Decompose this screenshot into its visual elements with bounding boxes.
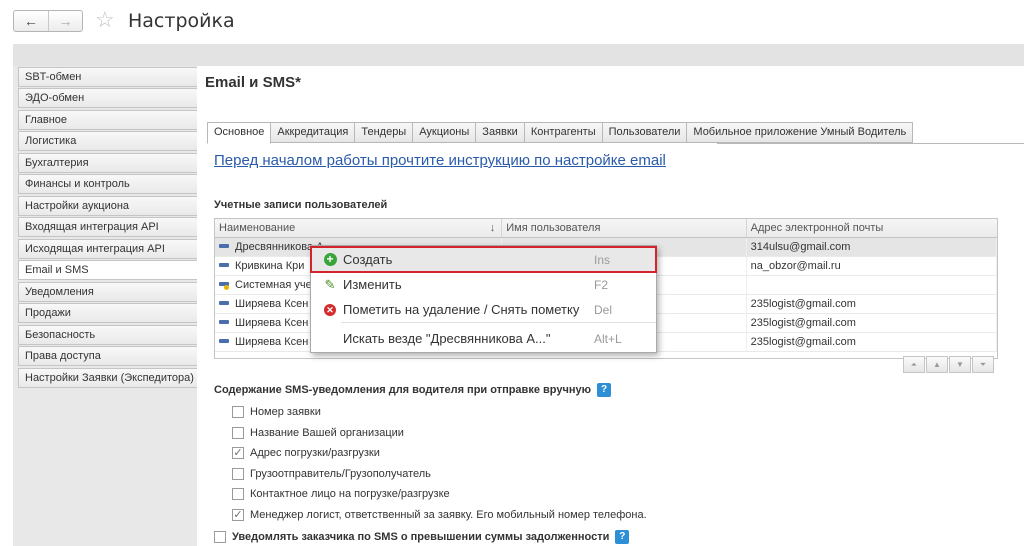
tab-bar: Основное Аккредитация Тендеры Аукционы З… — [207, 122, 914, 144]
context-menu: + Создать Ins ✎ Изменить F2 ✕ Пометить н… — [310, 245, 657, 353]
account-icon — [219, 339, 229, 344]
settings-sidebar: SBT-обмен ЭДО-обмен Главное Логистика Бу… — [13, 66, 197, 546]
tab-underline — [717, 143, 1024, 144]
back-arrow-icon: ← — [23, 13, 38, 29]
checkbox[interactable] — [232, 406, 244, 418]
sidebar-item-auction-settings[interactable]: Настройки аукциона — [18, 196, 197, 216]
sms-content-title: Содержание SMS-уведомления для водителя … — [214, 383, 611, 397]
scroll-last-button[interactable]: ⏷ — [972, 356, 994, 373]
navigation-buttons: ← → — [13, 10, 83, 32]
sms-option-contact[interactable]: Контактное лицо на погрузке/разгрузке — [232, 488, 450, 500]
account-icon — [219, 320, 229, 325]
instruction-link[interactable]: Перед началом работы прочтите инструкцию… — [214, 152, 666, 169]
scroll-down-button[interactable]: ▼ — [949, 356, 971, 373]
checkbox[interactable] — [232, 427, 244, 439]
menu-item-edit[interactable]: ✎ Изменить F2 — [311, 272, 656, 297]
delete-mark-icon: ✕ — [324, 303, 336, 316]
sort-down-icon: ↓ — [489, 222, 496, 234]
account-icon — [219, 244, 229, 249]
checkbox[interactable] — [232, 468, 244, 480]
sidebar-item-edo-exchange[interactable]: ЭДО-обмен — [18, 88, 197, 108]
sms-option-org-name[interactable]: Название Вашей организации — [232, 427, 404, 439]
sms-option-order-number[interactable]: Номер заявки — [232, 406, 321, 418]
tab-main[interactable]: Основное — [207, 122, 272, 144]
help-icon[interactable]: ? — [615, 530, 630, 544]
sidebar-item-logistics[interactable]: Логистика — [18, 131, 197, 151]
forward-button[interactable]: → — [47, 11, 82, 31]
scroll-up-button[interactable]: ▲ — [926, 356, 948, 373]
section-title: Email и SMS* — [205, 74, 301, 91]
sidebar-item-accounting[interactable]: Бухгалтерия — [18, 153, 197, 173]
column-header-name[interactable]: Наименование ↓ — [215, 219, 503, 237]
tab-accreditation[interactable]: Аккредитация — [271, 122, 356, 143]
sms-option-shipper[interactable]: Грузоотправитель/Грузополучатель — [232, 468, 431, 480]
sidebar-item-sbt-exchange[interactable]: SBT-обмен — [18, 67, 197, 87]
back-button[interactable]: ← — [14, 11, 48, 31]
notify-debt-option[interactable]: Уведомлять заказчика по SMS о превышении… — [214, 530, 630, 544]
forward-arrow-icon: → — [58, 13, 73, 29]
checkbox[interactable] — [232, 488, 244, 500]
sidebar-item-notifications[interactable]: Уведомления — [18, 282, 197, 302]
menu-item-mark-delete[interactable]: ✕ Пометить на удаление / Снять пометку D… — [311, 297, 656, 322]
favorite-star-icon[interactable]: ☆ — [95, 8, 115, 32]
shortcut-label: Ins — [594, 252, 611, 267]
sms-option-load-address[interactable]: ✓ Адрес погрузки/разгрузки — [232, 447, 380, 459]
help-icon[interactable]: ? — [597, 383, 611, 397]
checkbox[interactable] — [214, 531, 226, 543]
window-header: ← → ☆ Настройка — [0, 0, 1024, 44]
checkbox-checked[interactable]: ✓ — [232, 447, 244, 459]
scroll-first-button[interactable]: ⏶ — [903, 356, 925, 373]
sidebar-item-incoming-api[interactable]: Входящая интеграция API — [18, 217, 197, 237]
system-account-icon — [219, 282, 229, 291]
sidebar-item-finance-control[interactable]: Финансы и контроль — [18, 174, 197, 194]
page-title: Настройка — [128, 10, 235, 32]
column-header-username[interactable]: Имя пользователя — [502, 219, 747, 237]
shortcut-label: F2 — [594, 277, 609, 292]
pencil-icon: ✎ — [324, 276, 336, 292]
menu-separator — [341, 322, 656, 323]
shortcut-label: Del — [594, 302, 613, 317]
tab-orders[interactable]: Заявки — [476, 122, 525, 143]
shortcut-label: Alt+L — [594, 331, 622, 346]
plus-icon: + — [323, 253, 337, 266]
sms-option-manager[interactable]: ✓ Менеджер логист, ответственный за заявк… — [232, 509, 647, 521]
table-header: Наименование ↓ Имя пользователя Адрес эле… — [215, 219, 997, 238]
tab-contractors[interactable]: Контрагенты — [524, 122, 603, 143]
account-icon — [219, 301, 229, 306]
accounts-group-label: Учетные записи пользователей — [214, 199, 388, 211]
sidebar-item-security[interactable]: Безопасность — [18, 325, 197, 345]
sidebar-item-access-rights[interactable]: Права доступа — [18, 346, 197, 366]
sidebar-item-order-settings[interactable]: Настройки Заявки (Экспедитора) — [18, 368, 197, 388]
menu-item-search-everywhere[interactable]: Искать везде "Дресвянникова А..." Alt+L — [311, 326, 656, 351]
sidebar-item-email-sms[interactable]: Email и SMS — [18, 260, 197, 280]
tab-tenders[interactable]: Тендеры — [355, 122, 414, 143]
sidebar-item-main[interactable]: Главное — [18, 110, 197, 130]
toolbar-strip — [13, 44, 1024, 66]
sidebar-item-sales[interactable]: Продажи — [18, 303, 197, 323]
column-header-email[interactable]: Адрес электронной почты — [747, 219, 997, 237]
table-scroll-buttons: ⏶ ▲ ▼ ⏷ — [903, 356, 994, 373]
tab-auctions[interactable]: Аукционы — [413, 122, 477, 143]
menu-item-create[interactable]: + Создать Ins — [310, 246, 657, 273]
tab-users[interactable]: Пользователи — [602, 122, 688, 143]
account-icon — [219, 263, 229, 268]
sidebar-item-outgoing-api[interactable]: Исходящая интеграция API — [18, 239, 197, 259]
checkbox-checked[interactable]: ✓ — [232, 509, 244, 521]
tab-mobile-app[interactable]: Мобильное приложение Умный Водитель — [687, 122, 914, 143]
